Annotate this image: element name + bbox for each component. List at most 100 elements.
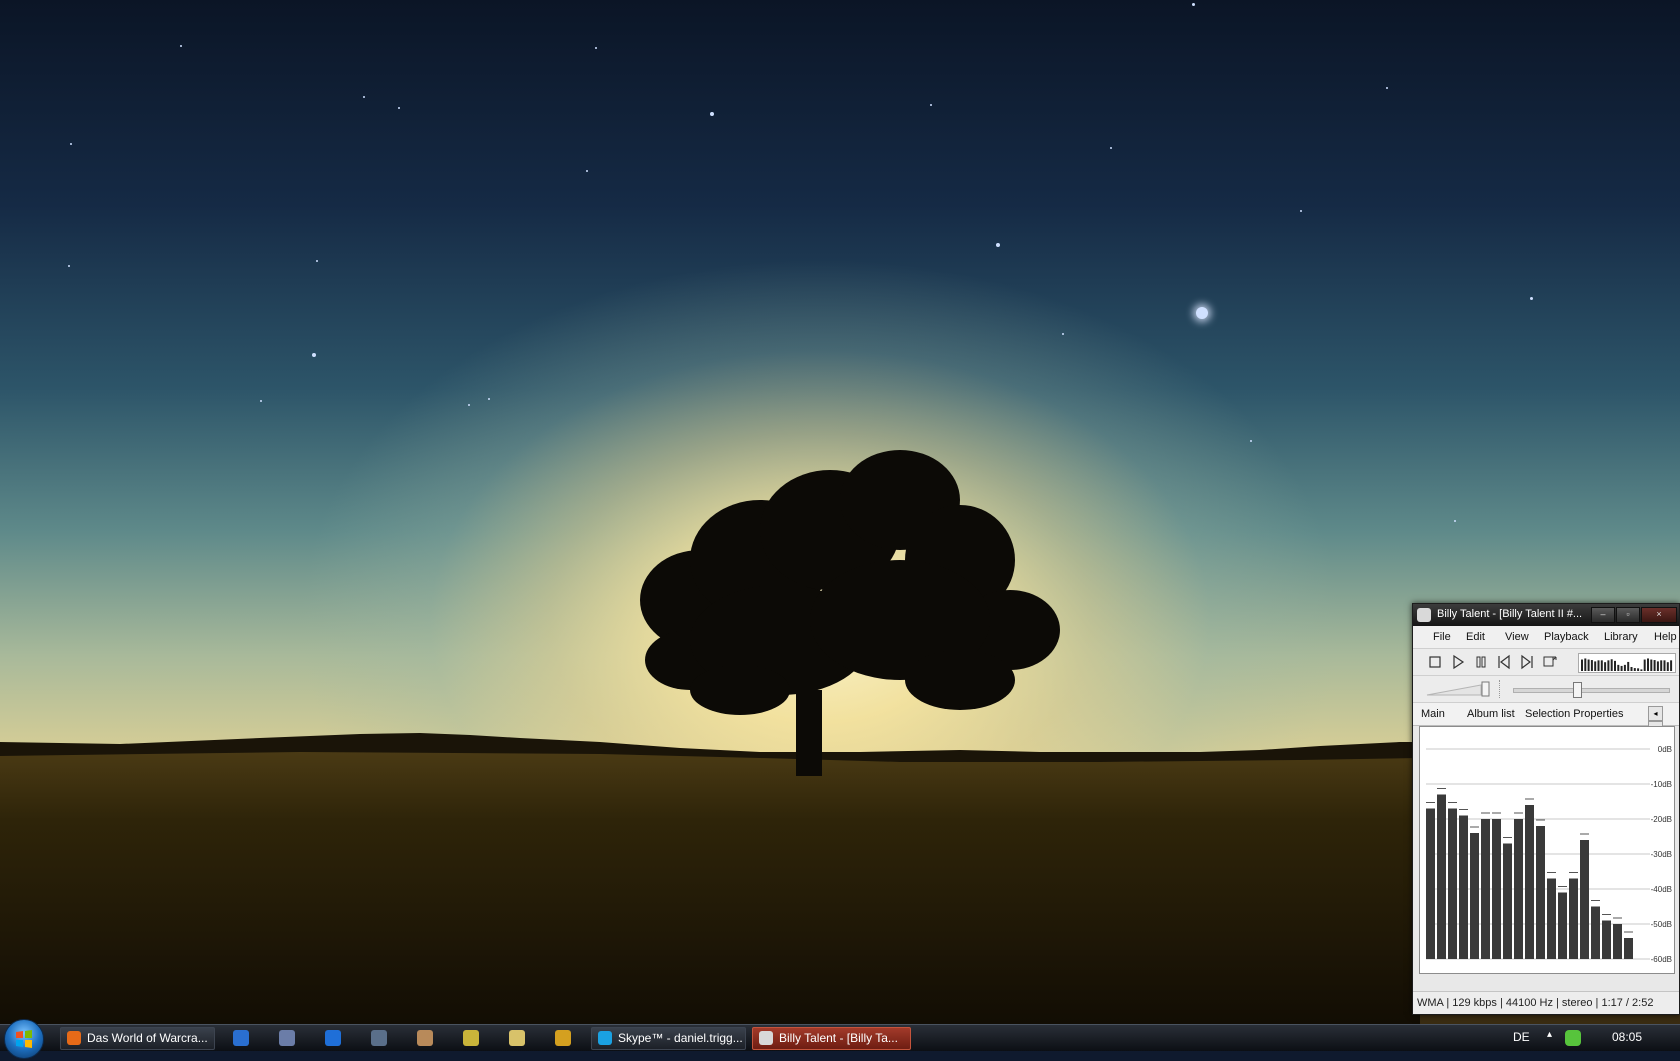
status-bar: WMA | 129 kbps | 44100 Hz | stereo | 1:1… [1413, 991, 1679, 1014]
tab-main[interactable]: Main [1421, 708, 1445, 720]
tree-silhouette [640, 450, 1060, 776]
mini-spectrum-bar [1647, 658, 1649, 671]
mini-spectrum-bar [1587, 659, 1590, 671]
menu-edit[interactable]: Edit [1466, 631, 1485, 643]
mini-spectrum-bar [1610, 659, 1613, 671]
mini-spectrum-bar [1597, 660, 1600, 671]
chevron-left-icon[interactable]: ◂ [1648, 706, 1663, 721]
mini-spectrum [1578, 653, 1676, 673]
db-scale-label: -20dB [1651, 815, 1672, 824]
db-scale-label: -30dB [1651, 850, 1672, 859]
mini-spectrum-bar [1600, 660, 1603, 671]
tab-selection-properties[interactable]: Selection Properties [1525, 708, 1623, 720]
start-button[interactable] [4, 1019, 44, 1059]
mini-spectrum-bar [1643, 659, 1646, 671]
spectrum-bar [1514, 819, 1523, 959]
mini-spectrum-bar [1623, 664, 1626, 671]
slider-row [1413, 676, 1679, 703]
spectrum-analyzer: 0dB -10dB -20dB -30dB -40dB -50dB -60dB [1419, 726, 1675, 974]
db-scale-label: -60dB [1651, 955, 1672, 964]
next-button[interactable] [1519, 654, 1535, 670]
seek-thumb[interactable] [1573, 682, 1582, 698]
language-indicator[interactable]: DE [1513, 1030, 1530, 1044]
mini-spectrum-bar [1590, 660, 1593, 671]
volume-slider[interactable] [1423, 679, 1493, 699]
taskbar-item-skype[interactable]: Skype™ - daniel.trigg... [591, 1027, 746, 1050]
photoshop-icon[interactable] [325, 1030, 341, 1046]
windows-logo-icon [16, 1030, 32, 1048]
mini-spectrum-bar [1620, 665, 1623, 671]
spectrum-bar [1437, 794, 1446, 959]
spectrum-bar [1525, 805, 1534, 959]
taskbar-item-player[interactable]: Billy Talent - [Billy Ta... [752, 1027, 911, 1050]
db-scale-label: -40dB [1651, 885, 1672, 894]
game-launcher-icon[interactable] [509, 1030, 525, 1046]
mini-spectrum-bar [1594, 661, 1597, 671]
menu-view[interactable]: View [1505, 631, 1529, 643]
mini-spectrum-bar [1660, 660, 1663, 671]
world-of-warcraft-icon[interactable] [555, 1030, 571, 1046]
mini-spectrum-bar [1630, 667, 1633, 671]
minimize-button[interactable]: – [1591, 607, 1615, 623]
media-icon[interactable] [463, 1030, 479, 1046]
seek-track[interactable] [1513, 688, 1670, 693]
player-icon [759, 1031, 773, 1045]
db-scale-label: 0dB [1658, 745, 1672, 754]
clock[interactable]: 08:05 [1612, 1030, 1642, 1044]
menu-playback[interactable]: Playback [1544, 631, 1589, 643]
mini-spectrum-bar [1670, 660, 1673, 671]
menu-help[interactable]: Help [1654, 631, 1677, 643]
spectrum-bar [1448, 808, 1457, 959]
mini-spectrum-bar [1633, 668, 1636, 671]
spectrum-bar [1558, 892, 1567, 959]
mini-spectrum-bar [1604, 662, 1607, 671]
mini-spectrum-bar [1663, 660, 1666, 671]
spectrum-bar [1481, 819, 1490, 959]
db-scale-label: -50dB [1651, 920, 1672, 929]
mini-spectrum-bar [1581, 659, 1583, 671]
spectrum-bar [1470, 833, 1479, 959]
spectrum-bar [1569, 878, 1578, 959]
stop-button[interactable] [1427, 654, 1443, 670]
spectrum-bar [1624, 938, 1633, 959]
show-hidden-icons-icon[interactable]: ▴ [1547, 1029, 1552, 1040]
spectrum-bar [1613, 924, 1622, 959]
mini-spectrum-bar [1627, 661, 1630, 671]
pause-button[interactable] [1473, 654, 1489, 670]
maximize-button[interactable]: ▫ [1616, 607, 1640, 623]
random-icon[interactable] [1542, 654, 1558, 670]
internet-explorer-icon[interactable] [233, 1030, 249, 1046]
firefox-icon [67, 1031, 81, 1045]
window-titlebar[interactable]: Billy Talent - [Billy Talent II #... – ▫… [1413, 604, 1679, 626]
spectrum-bar [1492, 819, 1501, 959]
playback-toolbar [1413, 649, 1679, 676]
skype-tray-icon[interactable] [1565, 1030, 1581, 1046]
menu-file[interactable]: File [1433, 631, 1451, 643]
play-button[interactable] [1450, 654, 1466, 670]
mini-spectrum-bar [1584, 658, 1587, 671]
taskbar-item-firefox[interactable]: Das World of Warcra... [60, 1027, 215, 1050]
media-player-window[interactable]: Billy Talent - [Billy Talent II #... – ▫… [1412, 603, 1680, 1015]
after-effects-icon[interactable] [279, 1030, 295, 1046]
mini-spectrum-bar [1640, 669, 1643, 671]
taskbar-item-label: Das World of Warcra... [87, 1031, 208, 1045]
mini-spectrum-bar [1653, 660, 1656, 671]
app-icon[interactable] [371, 1030, 387, 1046]
game-icon[interactable] [417, 1030, 433, 1046]
menu-library[interactable]: Library [1604, 631, 1638, 643]
player-app-icon [1417, 608, 1431, 622]
menu-bar: File Edit View Playback Library Help [1413, 626, 1679, 649]
tab-scroll-arrows: ◂ ▸ [1647, 706, 1677, 736]
spectrum-bar [1547, 878, 1556, 959]
spectrum-bar [1459, 815, 1468, 959]
mini-spectrum-bar [1637, 668, 1640, 671]
skype-icon [598, 1031, 612, 1045]
mini-spectrum-bar [1614, 660, 1616, 671]
previous-button[interactable] [1496, 654, 1512, 670]
taskbar-item-label: Billy Talent - [Billy Ta... [779, 1031, 898, 1045]
tab-album-list[interactable]: Album list [1467, 708, 1515, 720]
close-button[interactable]: × [1641, 607, 1677, 623]
taskbar-item-label: Skype™ - daniel.trigg... [618, 1031, 743, 1045]
mini-spectrum-bar [1607, 660, 1610, 671]
window-title: Billy Talent - [Billy Talent II #... [1437, 608, 1583, 620]
